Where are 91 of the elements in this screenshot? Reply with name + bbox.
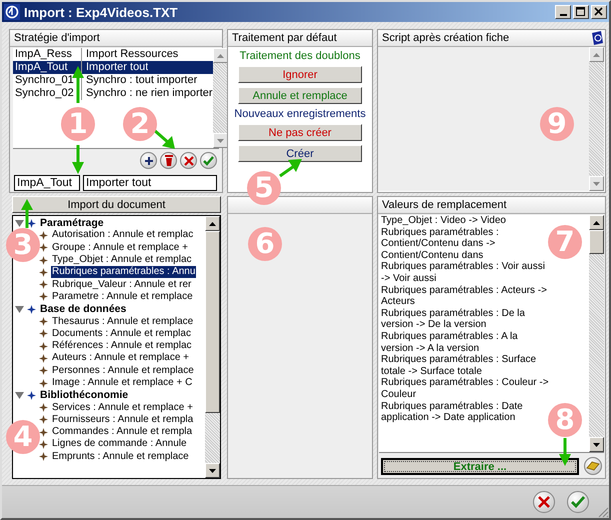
minimize-button[interactable] xyxy=(555,5,571,19)
book-icon[interactable] xyxy=(591,31,604,45)
tree-item[interactable]: Emprunts : Annule et remplace xyxy=(51,450,190,463)
replacement-value: Rubriques paramétrables : A la version -> A la version xyxy=(381,330,519,354)
down-arrow-icon[interactable] xyxy=(593,442,600,446)
cancel-button[interactable] xyxy=(180,152,197,169)
cancel-button[interactable] xyxy=(533,491,555,513)
tree-item[interactable]: Fournisseurs : Annule et rempla xyxy=(51,414,194,426)
code-field[interactable]: ImpA_Tout xyxy=(14,175,80,191)
code-cell: Synchro_02 xyxy=(13,87,82,100)
scrollbar[interactable] xyxy=(205,216,220,478)
ok-button[interactable] xyxy=(567,491,589,513)
minimize-icon xyxy=(560,14,566,16)
check-icon xyxy=(571,496,585,508)
arrow xyxy=(559,438,571,466)
option-button[interactable]: Annule et remplace xyxy=(238,87,362,104)
expander-icon[interactable] xyxy=(15,218,24,228)
scroll-thumb[interactable] xyxy=(205,231,220,413)
list-row[interactable]: Synchro_02 Synchro : ne rien importer xyxy=(13,87,213,100)
option-button[interactable]: Créer xyxy=(238,145,362,162)
section-label: Traitement des doublons xyxy=(240,50,360,62)
delete-button[interactable] xyxy=(160,152,177,169)
tree-group[interactable]: Bibliothéconomie xyxy=(39,389,130,402)
validate-button[interactable] xyxy=(200,152,217,169)
eraser-icon xyxy=(586,461,600,471)
label-cell-text: Synchro : tout importer xyxy=(85,74,198,87)
panel-header: Stratégie d'import xyxy=(10,30,222,47)
tree-item[interactable]: Parametre : Annule et remplace xyxy=(51,290,194,303)
trash-icon xyxy=(164,155,174,166)
option-button[interactable]: Ignorer xyxy=(238,66,362,83)
scrollbar[interactable] xyxy=(589,215,604,452)
tree-item[interactable]: Documents : Annule et remplac xyxy=(51,328,192,340)
tree-item[interactable]: Type_Objet : Annule et remplac xyxy=(51,254,193,266)
add-button[interactable] xyxy=(140,152,157,169)
tree-item[interactable]: Rubrique_Valeur : Annule et rer xyxy=(51,278,192,291)
up-arrow-icon[interactable] xyxy=(209,222,216,226)
option-button[interactable]: Ne pas créer xyxy=(238,124,362,141)
logo-icon xyxy=(4,4,20,20)
expander-icon[interactable] xyxy=(15,304,24,314)
replacement-value: Rubriques paramétrables : Acteurs -> Acteurs xyxy=(381,284,548,308)
label-cell-text: Synchro : ne rien importer xyxy=(85,87,213,100)
tree-item[interactable]: Groupe : Annule et remplace + xyxy=(51,242,189,254)
tree-item[interactable]: Auteurs : Annule et remplace + xyxy=(51,352,190,364)
tree-item[interactable]: Commandes : Annule et rempla xyxy=(51,426,194,438)
cross-icon xyxy=(538,496,550,508)
tree-item[interactable]: Image : Annule et remplace + C xyxy=(51,377,194,389)
close-button[interactable] xyxy=(591,5,607,19)
tree-item[interactable]: Lignes de commande : Annule xyxy=(51,438,188,450)
label-cell-text: Importer tout xyxy=(85,61,148,74)
tree-item[interactable]: Personnes : Annule et remplace xyxy=(51,364,195,377)
maximize-button[interactable] xyxy=(573,5,589,19)
tree-item[interactable]: Autorisation : Annule et remplac xyxy=(51,229,194,242)
expander-icon[interactable] xyxy=(15,390,24,400)
scroll-thumb[interactable] xyxy=(589,230,604,254)
tree-item[interactable]: Rubriques paramétrables : Annu xyxy=(51,266,196,278)
extract-button[interactable]: Extraire ... xyxy=(381,458,579,474)
down-arrow-icon[interactable] xyxy=(209,468,216,472)
import-button[interactable]: Import du document xyxy=(12,196,221,213)
arrow xyxy=(153,128,175,149)
check-icon xyxy=(203,156,214,166)
cross-icon xyxy=(184,156,194,166)
tree-group[interactable]: Base de données xyxy=(39,303,128,316)
panel-header: Valeurs de remplacement xyxy=(378,197,605,214)
up-arrow-icon[interactable] xyxy=(593,220,600,224)
replacement-value: Rubriques paramétrables : De la version -> De la version xyxy=(381,308,526,331)
panel-header: Traitement par défaut xyxy=(228,30,372,47)
eraser-button[interactable] xyxy=(584,457,602,475)
plus-icon xyxy=(144,156,154,166)
replacement-value: Rubriques paramétrables : Couleur -> Couleur xyxy=(381,377,550,400)
close-icon xyxy=(594,7,604,17)
label-field[interactable]: Importer tout xyxy=(83,175,217,191)
replacement-value: Type_Objet : Video -> Video xyxy=(381,215,507,227)
replacement-value: Rubriques paramétrables : Date application -> Date application xyxy=(381,400,524,424)
tree-item[interactable]: Services : Annule et remplace + xyxy=(51,402,194,414)
section-label: Nouveaux enregistrements xyxy=(234,108,366,120)
window-title: Import : Exp4Videos.TXT xyxy=(24,4,178,20)
resize-grip-icon[interactable] xyxy=(597,506,609,518)
arrow xyxy=(279,159,302,178)
arrow xyxy=(72,66,84,103)
panel-title: Script après création fiche xyxy=(382,31,510,46)
replacement-value: Rubriques paramétrables : Contient/Contenu dans -> Contient/Contenu dans xyxy=(381,226,500,262)
list-row[interactable]: ImpA_Tout Importer tout xyxy=(13,61,213,74)
arrow xyxy=(21,199,33,228)
replacement-value: Rubriques paramétrables : Surface totale -> Surface totale xyxy=(381,354,538,378)
arrow xyxy=(72,145,84,174)
maximize-icon xyxy=(576,7,586,17)
tree-item[interactable]: Thesaurus : Annule et remplace xyxy=(51,316,194,328)
tree-group[interactable]: Paramétrage xyxy=(39,217,105,230)
label-cell-text: Import Ressources xyxy=(85,48,178,61)
replacement-value: Rubriques paramétrables : Voir aussi -> Voir aussi xyxy=(381,261,546,285)
tree-item[interactable]: Références : Annule et remplac xyxy=(51,340,193,352)
